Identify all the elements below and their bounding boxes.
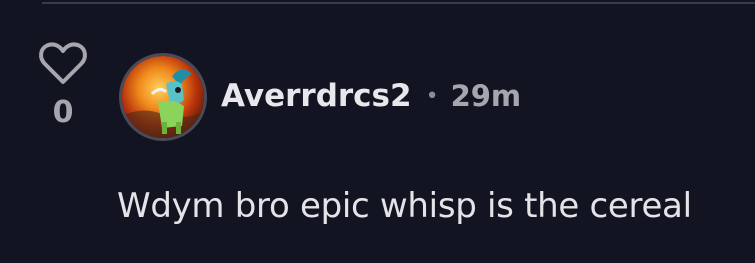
author-username[interactable]: Averrdrcs2 xyxy=(221,78,412,114)
comment-meta: Averrdrcs2 • 29m xyxy=(221,74,521,118)
avatar-image xyxy=(122,56,204,138)
like-count: 0 xyxy=(52,95,74,130)
comment-text: Wdym bro epic whisp is the cereal xyxy=(117,186,692,226)
comment-timestamp: 29m xyxy=(450,79,522,113)
top-divider xyxy=(42,2,755,4)
avatar[interactable] xyxy=(119,53,207,141)
meta-separator: • xyxy=(425,83,439,109)
heart-icon[interactable] xyxy=(37,40,89,88)
like-column: 0 xyxy=(30,40,96,128)
